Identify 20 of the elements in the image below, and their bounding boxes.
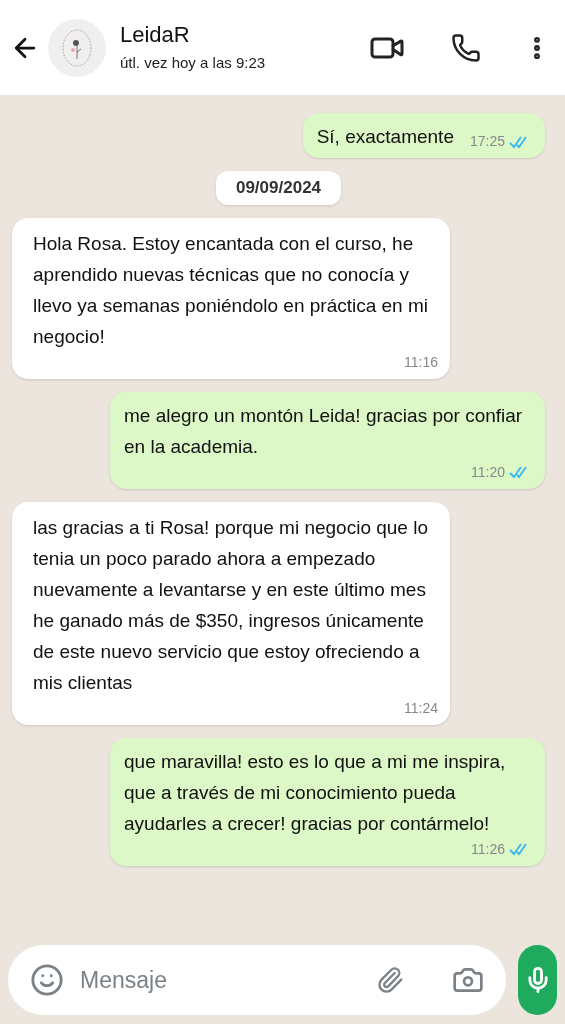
message-time: 11:16 — [404, 352, 438, 372]
message-time: 17:25 — [469, 132, 505, 151]
phone-icon[interactable] — [451, 32, 481, 63]
contact-name: LeidaR — [120, 20, 191, 48]
emoji-icon[interactable] — [30, 963, 64, 997]
date-chip: 09/09/2024 — [215, 171, 342, 205]
last-seen: útl. vez hoy a las 9:23 — [120, 53, 267, 73]
message-input[interactable]: Mensaje — [8, 945, 506, 1015]
message-text: las gracias a ti Rosa! porque mi negocio que lo tenia un poco parado ahora a empezado nuevamente a levantarse y en este último mes he ganado más de $350, ingresos únicamente de este nuevo servicio que estoy ofreciendo a mis clientas — [33, 515, 429, 695]
message-time: 11:26 — [471, 839, 505, 859]
message-text: me alegro un montón Leida! gracias por confiar en la academia. — [124, 403, 524, 459]
message-text: Hola Rosa. Estoy encantada con el curso, he aprendido nuevas técnicas que no conocía y llevo ya semanas poniéndolo en práctica en mi negocio! — [33, 231, 429, 349]
message-time: 11:24 — [404, 698, 438, 718]
avatar[interactable] — [48, 18, 106, 77]
message-text: que maravilla! esto es lo que a mi me inspira, que a través de mi conocimiento pueda ayudarles a crecer! gracias por contármelo! — [124, 749, 507, 836]
microphone-button[interactable] — [518, 945, 557, 1015]
message-field[interactable]: Mensaje — [80, 962, 376, 998]
message-time: 11:20 — [471, 462, 505, 482]
message-text: Sí, exactamente — [316, 125, 454, 149]
attach-icon[interactable] — [376, 966, 404, 994]
